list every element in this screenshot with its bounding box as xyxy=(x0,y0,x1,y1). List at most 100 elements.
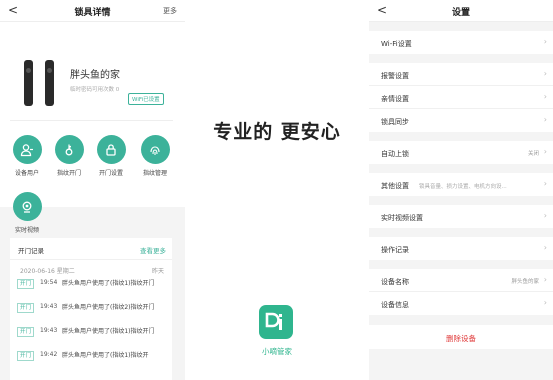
chevron-right-icon: › xyxy=(543,115,547,124)
record-tag: 开门 xyxy=(17,351,35,361)
page-title: 锁具详情 xyxy=(74,8,111,18)
feature-fingerprint-management[interactable]: 指纹管理 xyxy=(135,135,175,177)
feature-label: 设备用户 xyxy=(14,170,39,177)
lock-panel-front xyxy=(24,60,33,106)
setting-label: 自动上锁 xyxy=(381,150,409,158)
settings-group: 实时视频设置 › xyxy=(369,205,553,228)
setting-value: 关闭 xyxy=(527,151,539,157)
settings-group: 设备名称 胖头鱼的家 › 设备信息 › xyxy=(369,269,553,315)
setting-label: 设备名称 xyxy=(381,278,409,286)
list-item: 开门 19:42 胖头鱼用户使用了(指纹1)指纹开 xyxy=(10,350,172,374)
app-name: 小嘀管家 xyxy=(262,347,292,356)
record-tag: 开门 xyxy=(17,303,35,313)
chevron-right-icon: › xyxy=(543,147,547,156)
feature-label: 实时视频 xyxy=(14,227,39,234)
setting-label: 其他设置 xyxy=(381,182,409,190)
list-item: 开门 19:54 胖头鱼用户使用了(指纹1)指纹开门 xyxy=(10,278,172,302)
setting-label: 设备信息 xyxy=(381,301,409,309)
feature-label: 开门设置 xyxy=(98,170,123,177)
nav-bar: < 锁具详情 更多 xyxy=(0,0,185,22)
chevron-right-icon: › xyxy=(543,92,547,101)
feature-fingerprint-unlock[interactable]: 指纹开门 xyxy=(49,135,89,177)
lock-name: 胖头鱼的家 xyxy=(70,70,120,81)
list-item: 开门 19:43 胖头鱼用户使用了(指纹2)指纹开门 xyxy=(10,302,172,326)
feature-unlock-settings[interactable]: 开门设置 xyxy=(91,135,131,177)
setting-wifi[interactable]: Wi-Fi设置 › xyxy=(369,31,553,54)
temp-password-count: 临时密码可用次数 0 xyxy=(70,87,120,93)
record-time: 19:43 xyxy=(40,327,58,334)
slogan: 专业的 更安心 xyxy=(213,121,341,143)
lock-image xyxy=(18,60,62,108)
list-item: 开门 19:43 胖头鱼用户使用了(指纹1)指纹开门 xyxy=(10,326,172,350)
setting-operation-log[interactable]: 操作记录 › xyxy=(369,237,553,260)
chevron-right-icon: › xyxy=(543,37,547,46)
splash-screen: 专业的 更安心 小嘀管家 xyxy=(185,0,369,380)
records-date: 2020-06-16 星期二 xyxy=(20,268,75,275)
app-logo xyxy=(259,305,293,339)
record-text: 胖头鱼用户使用了(指纹1)指纹开门 xyxy=(62,280,155,287)
feature-device-users[interactable]: 设备用户 xyxy=(7,135,47,177)
lock-detail-screen: < 锁具详情 更多 胖头鱼的家 临时密码可用次数 0 WiFi已设置 设备用户 … xyxy=(0,0,185,380)
settings-group: 操作记录 › xyxy=(369,237,553,260)
user-icon xyxy=(12,135,42,164)
setting-label: Wi-Fi设置 xyxy=(381,40,412,48)
camera-icon xyxy=(12,192,42,221)
chevron-right-icon: › xyxy=(543,179,547,188)
record-text: 胖头鱼用户使用了(指纹2)指纹开门 xyxy=(62,304,155,311)
record-time: 19:42 xyxy=(40,351,58,358)
records-date-row: 2020-06-16 星期二 昨天 xyxy=(10,260,172,278)
record-text: 胖头鱼用户使用了(指纹1)指纹开 xyxy=(62,352,149,359)
wifi-status-badge[interactable]: WiFi已设置 xyxy=(128,93,164,105)
delete-device-button[interactable]: 删除设备 xyxy=(369,325,553,349)
settings-screen: < 设置 Wi-Fi设置 › 报警设置 › 亲情设置 › 锁具同步 › 自动上锁… xyxy=(369,0,553,380)
setting-alarm[interactable]: 报警设置 › xyxy=(369,63,553,86)
settings-group: 报警设置 › 亲情设置 › 锁具同步 › xyxy=(369,63,553,132)
more-button[interactable]: 更多 xyxy=(163,6,177,16)
nav-bar: < 设置 xyxy=(369,0,553,22)
setting-family[interactable]: 亲情设置 › xyxy=(369,86,553,109)
lock-panel-back xyxy=(45,60,54,106)
setting-value: 胖头鱼的家 xyxy=(511,279,539,285)
setting-label: 锁具同步 xyxy=(381,118,409,126)
lock-card: 胖头鱼的家 临时密码可用次数 0 WiFi已设置 设备用户 指纹开门 开门设置 xyxy=(0,22,185,234)
chevron-right-icon: › xyxy=(543,243,547,252)
feature-live-video[interactable]: 实时视频 xyxy=(7,192,47,234)
chevron-right-icon: › xyxy=(543,211,547,220)
setting-label: 亲情设置 xyxy=(381,95,409,103)
delete-device-label: 删除设备 xyxy=(446,334,476,343)
settings-group: Wi-Fi设置 › xyxy=(369,31,553,54)
setting-label: 报警设置 xyxy=(381,72,409,80)
divider xyxy=(10,120,173,121)
key-icon xyxy=(54,135,84,164)
setting-device-name[interactable]: 设备名称 胖头鱼的家 › xyxy=(369,269,553,292)
logo-mark-icon xyxy=(265,312,282,330)
records-header: 开门记录 查看更多 xyxy=(10,238,172,260)
lock-icon xyxy=(96,135,126,164)
setting-device-info[interactable]: 设备信息 › xyxy=(369,292,553,315)
record-tag: 开门 xyxy=(17,279,35,289)
records-day: 昨天 xyxy=(151,268,164,275)
setting-auto-lock[interactable]: 自动上锁 关闭 › xyxy=(369,141,553,164)
setting-label: 实时视频设置 xyxy=(381,214,423,222)
setting-other[interactable]: 其他设置 锁具音量、损力设置、电机方向设... › xyxy=(369,173,553,196)
page-title: 设置 xyxy=(451,8,470,18)
unlock-records-card: 开门记录 查看更多 2020-06-16 星期二 昨天 开门 19:54 胖头鱼… xyxy=(10,238,172,380)
fingerprint-icon xyxy=(140,135,170,164)
setting-lock-sync[interactable]: 锁具同步 › xyxy=(369,109,553,132)
record-time: 19:43 xyxy=(40,303,58,310)
settings-group: 其他设置 锁具音量、损力设置、电机方向设... › xyxy=(369,173,553,196)
record-text: 胖头鱼用户使用了(指纹1)指纹开门 xyxy=(62,328,155,335)
feature-label: 指纹开门 xyxy=(56,170,81,177)
chevron-right-icon: › xyxy=(543,69,547,78)
setting-description: 锁具音量、损力设置、电机方向设... xyxy=(419,184,507,190)
setting-label: 操作记录 xyxy=(381,246,409,254)
view-more-link[interactable]: 查看更多 xyxy=(140,245,166,255)
setting-live-video[interactable]: 实时视频设置 › xyxy=(369,205,553,228)
settings-group: 自动上锁 关闭 › xyxy=(369,141,553,164)
chevron-right-icon: › xyxy=(543,298,547,307)
chevron-right-icon: › xyxy=(543,275,547,284)
record-time: 19:54 xyxy=(40,279,58,286)
records-title: 开门记录 xyxy=(18,247,44,255)
feature-label: 指纹管理 xyxy=(142,170,167,177)
record-tag: 开门 xyxy=(17,327,35,337)
